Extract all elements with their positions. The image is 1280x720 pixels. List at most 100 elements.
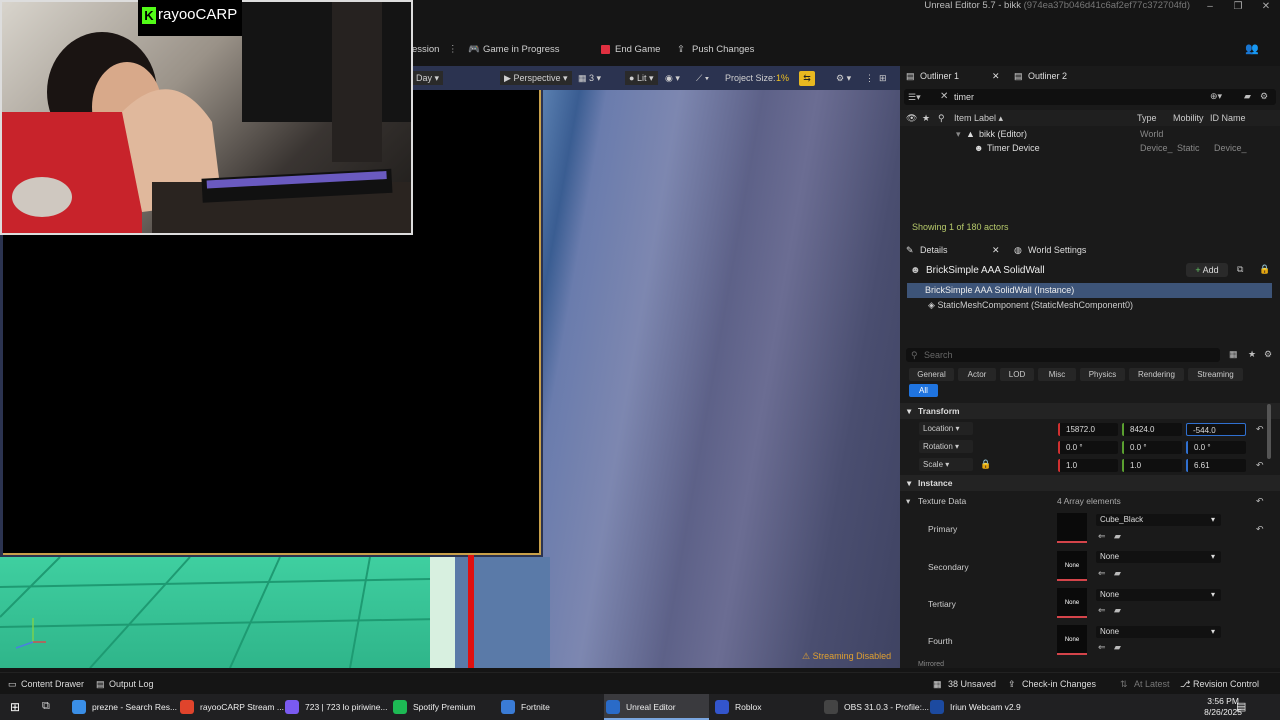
taskbar-item[interactable]: prezne - Search Res...: [70, 694, 177, 720]
snap-tools-icon[interactable]: ⟋ ▾: [696, 73, 709, 84]
instance-section[interactable]: ▾ Instance: [900, 475, 1280, 491]
outliner-row-timer-device[interactable]: ☻ Timer Device Device_ Static Device_: [900, 142, 1280, 156]
outliner-settings-icon[interactable]: ⚙: [1260, 91, 1268, 102]
add-component-button[interactable]: + Add: [1186, 263, 1228, 277]
output-log-button[interactable]: Output Log: [109, 679, 154, 689]
secondary-texture-dropdown[interactable]: None ▾: [1096, 551, 1221, 563]
use-selected-icon[interactable]: ⇐: [1098, 531, 1106, 542]
texture-data-expand-icon[interactable]: ▾: [906, 496, 910, 507]
scale-dropdown[interactable]: Scale ▾: [919, 458, 973, 471]
scale-z-input[interactable]: 6.61: [1186, 459, 1246, 472]
taskbar-item[interactable]: Iriun Webcam v2.9: [928, 694, 1028, 720]
table-view-icon[interactable]: ▦: [1229, 349, 1238, 360]
transform-section[interactable]: ▾ Transform: [900, 403, 1280, 419]
minimize-button[interactable]: –: [1196, 0, 1224, 14]
category-misc[interactable]: Misc: [1038, 368, 1076, 381]
tab-details[interactable]: Details: [920, 245, 948, 255]
location-y-input[interactable]: 8424.0: [1122, 423, 1182, 436]
use-selected-icon[interactable]: ⇐: [1098, 642, 1106, 653]
pin-icon[interactable]: ⚲: [938, 113, 945, 124]
layout-icon[interactable]: ⊞: [879, 73, 887, 84]
session-button[interactable]: ession: [412, 44, 439, 55]
category-rendering[interactable]: Rendering: [1129, 368, 1184, 381]
browse-icon[interactable]: ▰: [1114, 568, 1121, 579]
outliner-row-world[interactable]: ▾ ▲ bikk (Editor) World: [900, 128, 1280, 142]
day-dropdown[interactable]: Day ▾: [412, 71, 444, 85]
users-icon[interactable]: 👥: [1245, 42, 1259, 55]
column-id-name[interactable]: ID Name: [1210, 113, 1246, 123]
maximize-button[interactable]: ❐: [1224, 0, 1252, 14]
perspective-dropdown[interactable]: ▶ Perspective ▾: [500, 71, 572, 85]
push-changes-button[interactable]: Push Changes: [692, 44, 754, 55]
reset-primary-icon[interactable]: ↶: [1256, 524, 1264, 535]
start-icon[interactable]: ⊞: [10, 700, 20, 714]
location-dropdown[interactable]: Location ▾: [919, 422, 973, 435]
taskbar-item[interactable]: rayooCARP Stream ...: [178, 694, 284, 720]
revision-control-button[interactable]: Revision Control: [1193, 679, 1259, 689]
favorite-icon[interactable]: ★: [922, 113, 930, 124]
unsaved-button[interactable]: 38 Unsaved: [948, 679, 996, 689]
secondary-texture-thumbnail[interactable]: None: [1057, 551, 1087, 581]
checkin-button[interactable]: Check-in Changes: [1022, 679, 1096, 689]
taskbar-item[interactable]: Roblox: [713, 694, 808, 720]
rotation-x-input[interactable]: 0.0 °: [1058, 441, 1118, 454]
taskbar-item[interactable]: Fortnite: [499, 694, 594, 720]
performance-icon[interactable]: ⇆: [799, 71, 815, 86]
taskbar-item[interactable]: 723 | 723 lo piriwine...: [283, 694, 388, 720]
reset-scale-icon[interactable]: ↶: [1256, 460, 1264, 471]
column-mobility[interactable]: Mobility: [1173, 113, 1204, 123]
blueprint-icon[interactable]: ⧉: [1237, 264, 1243, 275]
scale-x-input[interactable]: 1.0: [1058, 459, 1118, 472]
rotation-dropdown[interactable]: Rotation ▾: [919, 440, 973, 453]
component-row[interactable]: ◈ StaticMeshComponent (StaticMeshCompone…: [928, 300, 1133, 311]
details-settings-icon[interactable]: ⚙: [1264, 349, 1272, 360]
browse-icon[interactable]: ▰: [1114, 605, 1121, 616]
reset-location-icon[interactable]: ↶: [1256, 424, 1264, 435]
add-filter-icon[interactable]: ⊕▾: [1210, 91, 1222, 102]
end-game-button[interactable]: End Game: [615, 44, 660, 55]
column-type[interactable]: Type: [1137, 113, 1157, 123]
visibility-icon[interactable]: 👁: [906, 113, 917, 124]
close-button[interactable]: ✕: [1252, 0, 1280, 14]
category-all[interactable]: All: [909, 384, 938, 397]
viewport-more-icon[interactable]: ⋮: [865, 73, 874, 84]
category-actor[interactable]: Actor: [958, 368, 996, 381]
scale-lock-icon[interactable]: 🔒: [980, 459, 991, 470]
lock-icon[interactable]: 🔒: [1259, 264, 1270, 275]
details-scrollbar[interactable]: [1267, 404, 1271, 459]
clear-search-icon[interactable]: ✕: [940, 91, 948, 102]
close-details-icon[interactable]: ✕: [992, 245, 1000, 256]
more-icon[interactable]: ⋮: [448, 44, 458, 55]
task-view-icon[interactable]: ⧉: [42, 700, 50, 713]
primary-texture-dropdown[interactable]: Cube_Black ▾: [1096, 514, 1221, 526]
rotation-y-input[interactable]: 0.0 °: [1122, 441, 1182, 454]
taskbar-item[interactable]: Spotify Premium: [391, 694, 491, 720]
primary-texture-thumbnail[interactable]: [1057, 513, 1087, 543]
content-drawer-button[interactable]: Content Drawer: [21, 679, 84, 689]
filter-icon[interactable]: ☰▾: [908, 92, 921, 103]
tab-outliner-2[interactable]: Outliner 2: [1028, 71, 1067, 81]
rotation-z-input[interactable]: 0.0 °: [1186, 441, 1246, 454]
use-selected-icon[interactable]: ⇐: [1098, 568, 1106, 579]
details-search-input[interactable]: ⚲ Search: [906, 348, 1220, 362]
outliner-search-input[interactable]: ☰▾ ✕ timer ⊕▾ ▰ ⚙: [904, 89, 1276, 105]
category-streaming[interactable]: Streaming: [1188, 368, 1243, 381]
column-item-label[interactable]: Item Label ▴: [954, 113, 1003, 124]
tertiary-texture-thumbnail[interactable]: None: [1057, 588, 1087, 618]
camera-speed-dropdown[interactable]: ▦ 3 ▾: [578, 73, 601, 84]
system-clock[interactable]: 3:56 PM 8/26/2025: [1204, 696, 1242, 718]
show-flags-icon[interactable]: ◉ ▾: [665, 73, 680, 84]
use-selected-icon[interactable]: ⇐: [1098, 605, 1106, 616]
folder-icon[interactable]: ▰: [1244, 91, 1251, 102]
browse-icon[interactable]: ▰: [1114, 531, 1121, 542]
tertiary-texture-dropdown[interactable]: None ▾: [1096, 589, 1221, 601]
favorites-icon[interactable]: ★: [1248, 349, 1256, 360]
fourth-texture-dropdown[interactable]: None ▾: [1096, 626, 1221, 638]
taskbar-item[interactable]: Unreal Editor: [604, 694, 709, 720]
viewport-settings-icon[interactable]: ⚙ ▾: [836, 73, 851, 84]
lit-dropdown[interactable]: ● Lit ▾: [625, 71, 658, 85]
instance-row[interactable]: BrickSimple AAA SolidWall (Instance): [907, 283, 1272, 298]
taskbar-item[interactable]: OBS 31.0.3 - Profile:...: [822, 694, 929, 720]
browse-icon[interactable]: ▰: [1114, 642, 1121, 653]
expand-icon[interactable]: ▾: [956, 129, 961, 140]
